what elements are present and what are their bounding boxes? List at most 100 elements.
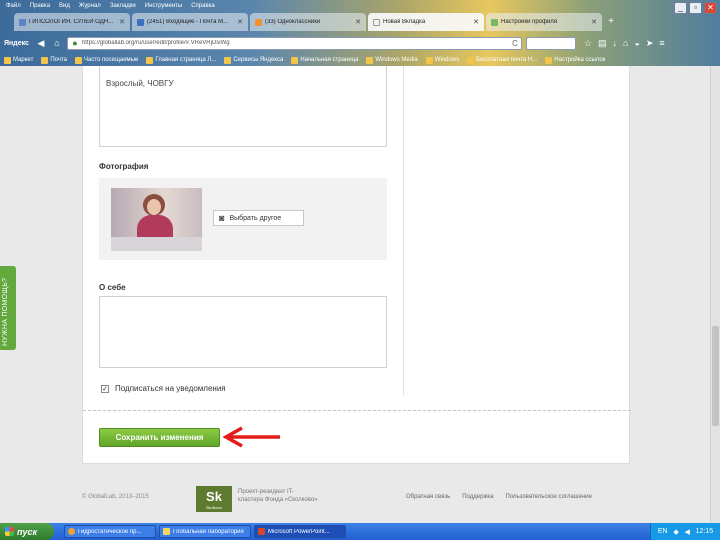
photo-area: ◙ Выбрать другое bbox=[99, 178, 387, 260]
footer-link-terms[interactable]: Пользовательское соглашение bbox=[506, 494, 592, 500]
bookmark-label: Сервисы Яндекса bbox=[233, 57, 284, 63]
toolbar-icons: ☆ ▤ ↓ ⌂ ◒ ➤ ≡ bbox=[584, 38, 665, 49]
tab-close-icon[interactable]: ✕ bbox=[119, 18, 125, 26]
pocket-icon[interactable]: ◒ bbox=[634, 38, 639, 49]
bookmark-item[interactable]: Маркет bbox=[4, 56, 34, 64]
subscribe-row: ✓ Подписаться на уведомления bbox=[101, 384, 226, 393]
window-controls: _ ▫ ✕ bbox=[674, 2, 717, 14]
tab-close-icon[interactable]: ✕ bbox=[591, 18, 597, 26]
bookmark-item[interactable]: Настройка ссылок bbox=[545, 56, 605, 64]
red-arrow-annotation bbox=[222, 426, 280, 448]
vertical-scrollbar[interactable] bbox=[710, 66, 720, 523]
address-bar[interactable]: ● https://globallab.org/ru/user/edit/pro… bbox=[66, 36, 522, 50]
navigation-bar: Яндекс ◀ ⌂ ● https://globallab.org/ru/us… bbox=[0, 34, 720, 52]
page-content: Взрослый, ЧОВГУ Фотография ◙ Выбрать дру… bbox=[0, 66, 710, 523]
tab-bar: ГИПСОЛОГИЯ. СУЛЕЙ ОДН... ✕ (2451) Входящ… bbox=[14, 13, 618, 33]
maximize-icon[interactable]: ▫ bbox=[689, 2, 702, 14]
save-changes-button[interactable]: Сохранить изменения bbox=[99, 428, 220, 447]
yandex-brand: Яндекс bbox=[4, 39, 29, 47]
task-label: Глобальная лаборатория bbox=[173, 528, 244, 535]
tab-title: (33) Одноклассники bbox=[265, 19, 321, 25]
browser-tab[interactable]: Настройки профиля ✕ bbox=[486, 13, 602, 31]
new-tab-icon[interactable]: + bbox=[604, 15, 618, 29]
browser-tab[interactable]: (33) Одноклассники ✕ bbox=[250, 13, 366, 31]
bookmark-item[interactable]: Сервисы Яндекса bbox=[224, 56, 284, 64]
menu-bar: Файл Правка Вид Журнал Закладки Инструме… bbox=[0, 0, 720, 11]
minimize-icon[interactable]: _ bbox=[674, 2, 687, 14]
browser-tab[interactable]: ГИПСОЛОГИЯ. СУЛЕЙ ОДН... ✕ bbox=[14, 13, 130, 31]
tab-favicon bbox=[373, 18, 380, 26]
bookmark-icon bbox=[224, 56, 232, 64]
menu-help[interactable]: Справка bbox=[191, 3, 215, 9]
bookmark-label: Маркет bbox=[13, 57, 34, 63]
bookmark-item[interactable]: Главная страница Л... bbox=[146, 56, 216, 64]
subscribe-checkbox[interactable]: ✓ bbox=[101, 384, 109, 393]
lock-icon: ● bbox=[72, 38, 78, 48]
start-label: пуск bbox=[17, 526, 38, 537]
close-icon[interactable]: ✕ bbox=[704, 2, 717, 14]
help-tab[interactable]: НУЖНА ПОМОЩЬ? bbox=[0, 266, 16, 350]
search-input[interactable] bbox=[525, 36, 576, 50]
home-button-icon[interactable]: ⌂ bbox=[623, 38, 628, 49]
volume-icon[interactable]: ◀ bbox=[684, 528, 689, 536]
photo-label: Фотография bbox=[99, 162, 149, 171]
reload-icon[interactable]: C bbox=[512, 39, 518, 48]
choose-photo-button[interactable]: ◙ Выбрать другое bbox=[213, 210, 304, 226]
url-text[interactable]: https://globallab.org/ru/user/edit/profi… bbox=[82, 40, 509, 46]
bookmark-label: Часто посещаемые bbox=[84, 57, 139, 63]
tab-favicon bbox=[255, 18, 262, 26]
bookmark-item[interactable]: Начальная страница bbox=[291, 56, 358, 64]
profile-photo bbox=[111, 188, 202, 251]
bookmark-item[interactable]: Windows bbox=[425, 56, 459, 64]
education-field[interactable]: Взрослый, ЧОВГУ bbox=[99, 66, 387, 147]
bookmark-icon bbox=[425, 56, 433, 64]
tab-favicon bbox=[19, 18, 26, 26]
bookmark-icon bbox=[75, 56, 82, 64]
tab-title: Настройки профиля bbox=[501, 19, 558, 25]
menu-icon[interactable]: ≡ bbox=[659, 38, 664, 49]
windows-taskbar: пуск Гидростатическое пр... Глобальная л… bbox=[0, 523, 720, 540]
skolkovo-logo-text: Skolkovo bbox=[205, 505, 223, 510]
bookmark-item[interactable]: Почта bbox=[41, 56, 67, 64]
menu-file[interactable]: Файл bbox=[6, 3, 21, 9]
menu-history[interactable]: Журнал bbox=[79, 3, 101, 9]
menu-bookmarks[interactable]: Закладки bbox=[110, 3, 136, 9]
folder-icon bbox=[163, 528, 170, 535]
star-icon[interactable]: ☆ bbox=[584, 38, 592, 49]
language-indicator[interactable]: EN bbox=[658, 528, 668, 535]
scroll-thumb[interactable] bbox=[712, 326, 719, 426]
start-button[interactable]: пуск bbox=[0, 523, 54, 540]
task-label: Гидростатическое пр... bbox=[78, 528, 142, 535]
about-label: О себе bbox=[99, 283, 126, 292]
bookmark-item[interactable]: Бесплатная почта H... bbox=[467, 56, 537, 64]
footer-link-feedback[interactable]: Обратная связь bbox=[406, 494, 450, 500]
page-footer: © GlobalLab, 2013–2015 Sk Skolkovo Проек… bbox=[0, 479, 710, 523]
menu-view[interactable]: Вид bbox=[59, 3, 70, 9]
browser-tab-active[interactable]: Новая Вкладка ✕ bbox=[368, 13, 484, 31]
download-icon[interactable]: ↓ bbox=[613, 38, 618, 49]
tab-close-icon[interactable]: ✕ bbox=[237, 18, 243, 26]
firefox-icon bbox=[68, 528, 75, 535]
bookmark-item[interactable]: Windows Media bbox=[366, 56, 418, 64]
taskbar-task[interactable]: Гидростатическое пр... bbox=[64, 525, 156, 538]
bookmarks-icon[interactable]: ▤ bbox=[598, 38, 607, 49]
about-textarea[interactable] bbox=[99, 296, 387, 368]
copyright-text: © GlobalLab, 2013–2015 bbox=[82, 494, 149, 500]
menu-edit[interactable]: Правка bbox=[30, 3, 50, 9]
home-icon[interactable]: ⌂ bbox=[51, 37, 63, 49]
tab-close-icon[interactable]: ✕ bbox=[473, 18, 479, 26]
tab-close-icon[interactable]: ✕ bbox=[355, 18, 361, 26]
footer-link-support[interactable]: Поддержка bbox=[462, 494, 493, 500]
menu-tools[interactable]: Инструменты bbox=[145, 3, 182, 9]
bookmark-item[interactable]: Часто посещаемые bbox=[75, 56, 139, 64]
share-icon[interactable]: ➤ bbox=[646, 38, 654, 49]
browser-tab[interactable]: (2451) Входящие - Почта М... ✕ bbox=[132, 13, 248, 31]
taskbar-task-active[interactable]: Microsoft PowerPoint... bbox=[254, 525, 346, 538]
choose-photo-label: Выбрать другое bbox=[229, 214, 282, 222]
taskbar-task[interactable]: Глобальная лаборатория bbox=[159, 525, 251, 538]
back-icon[interactable]: ◀ bbox=[35, 37, 47, 49]
browser-chrome: Файл Правка Вид Журнал Закладки Инструме… bbox=[0, 0, 720, 66]
bookmark-icon bbox=[291, 56, 299, 64]
bookmark-icon bbox=[366, 56, 374, 64]
shield-icon[interactable]: ◆ bbox=[673, 528, 678, 536]
